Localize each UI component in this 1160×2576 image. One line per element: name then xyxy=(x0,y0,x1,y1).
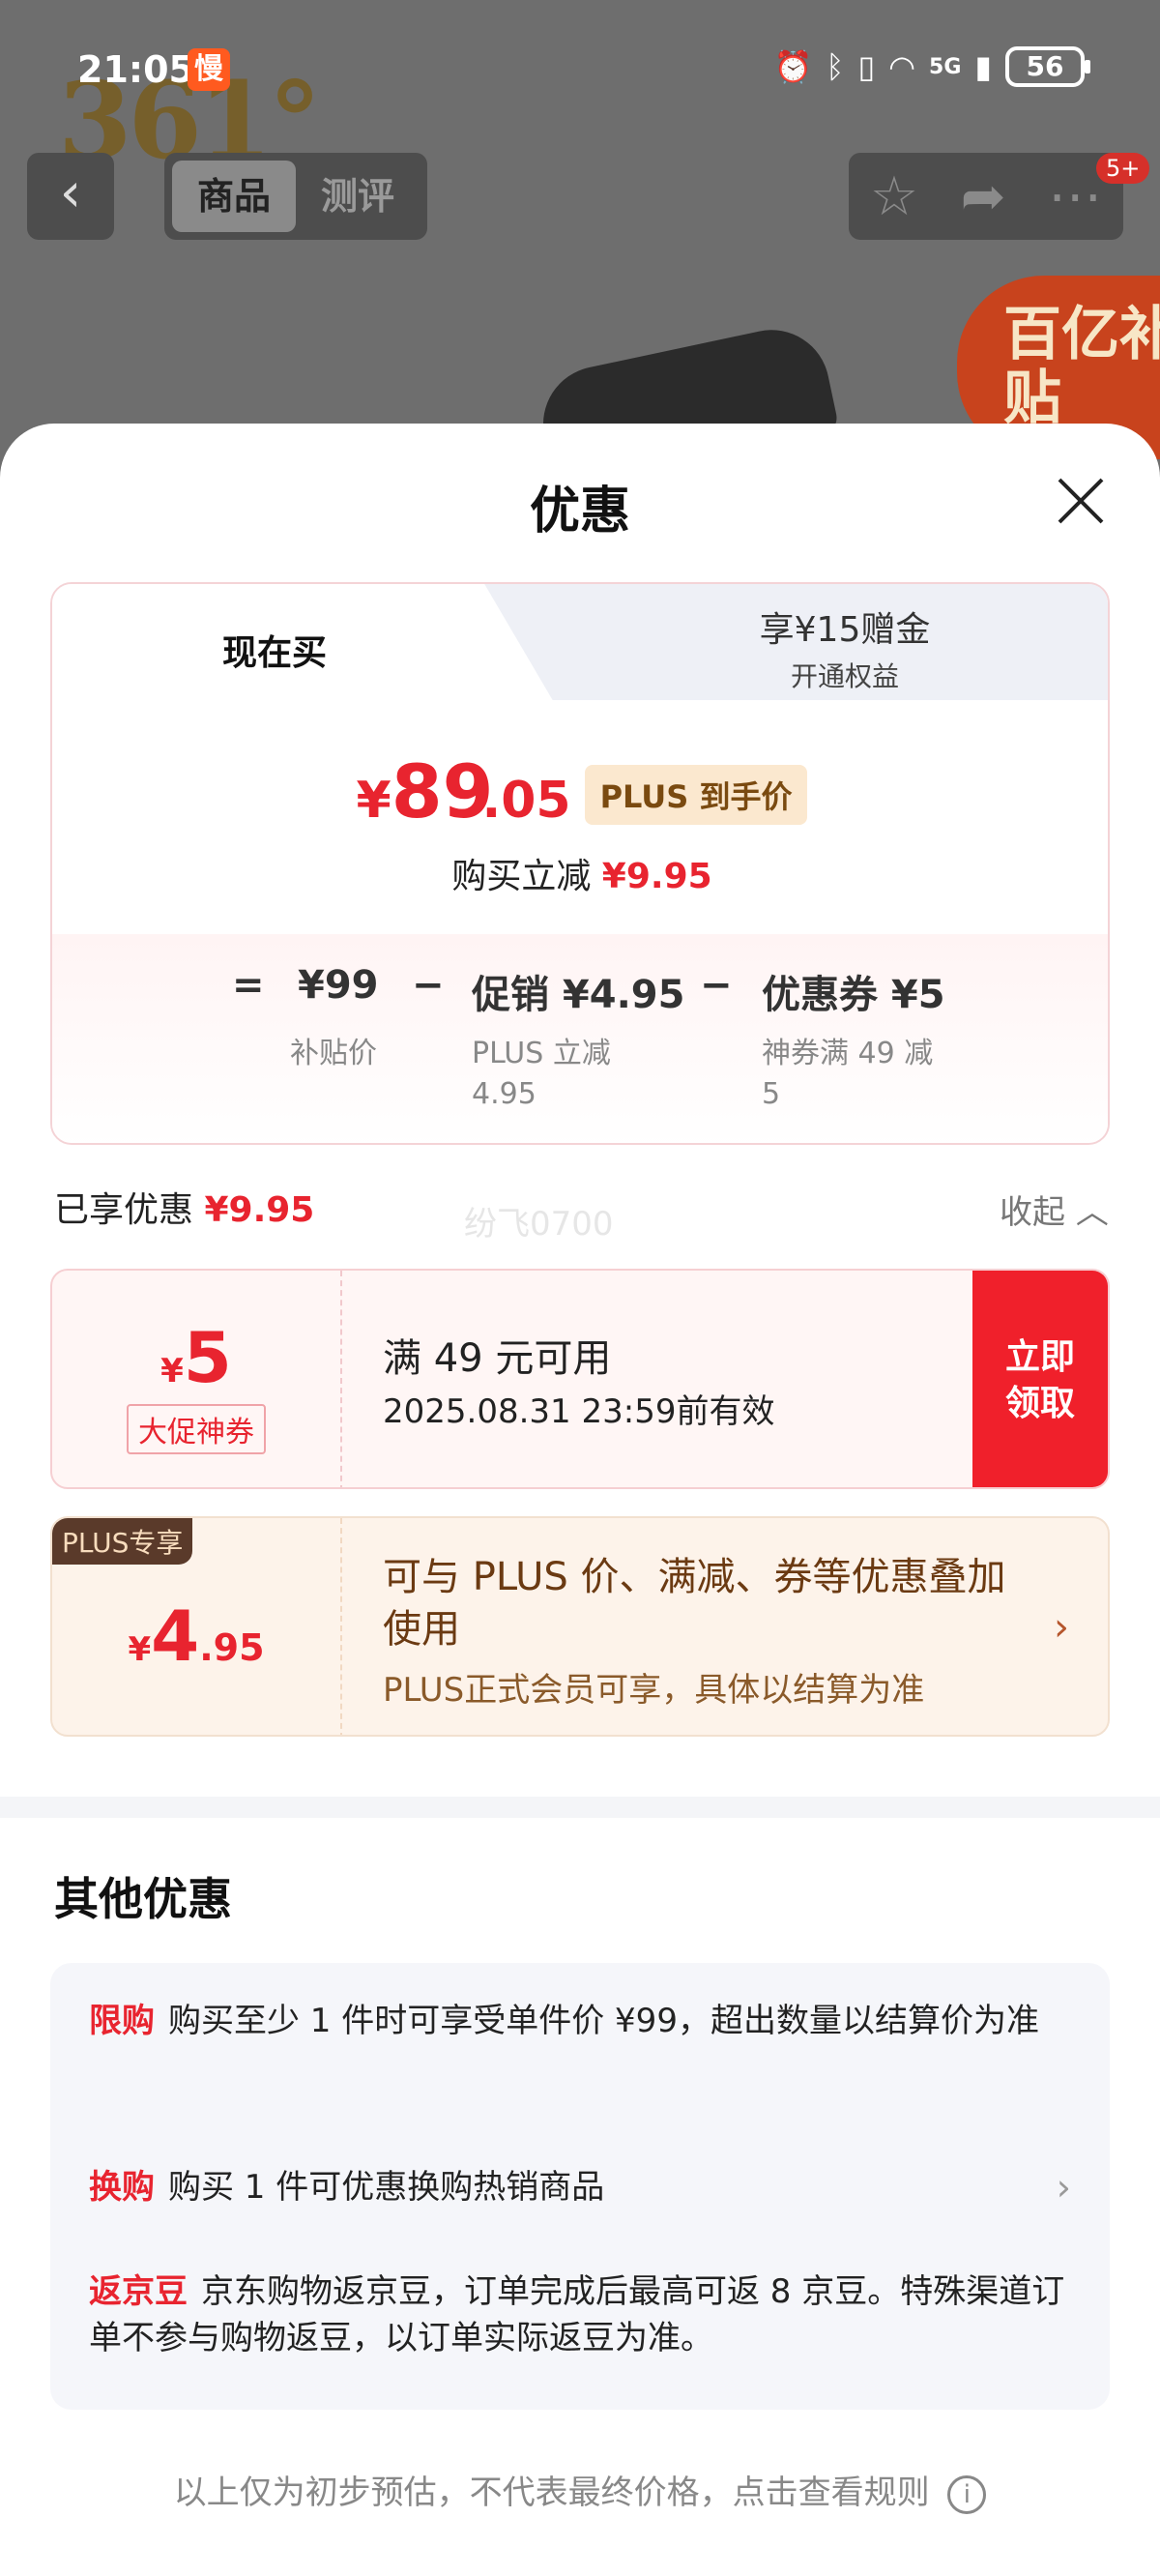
discount-sheet: 优惠 现在买 享¥15赠金 开通权益 ¥89.05 PLUS 到手价 购买立减 … xyxy=(0,424,1160,2576)
tab-plus-bonus[interactable]: 享¥15赠金 开通权益 xyxy=(632,601,1058,694)
item-text: 购买至少 1 件时可享受单件价 ¥99，超出数量以结算价为准 xyxy=(168,2002,1039,2040)
item-tag: 限购 xyxy=(89,2002,155,2040)
buy-save-label: 购买立减 xyxy=(451,857,592,896)
formula-equals: = xyxy=(232,963,265,1008)
item-text: 购买 1 件可优惠换购热销商品 xyxy=(168,2168,605,2207)
tab-buy-now-label: 现在买 xyxy=(222,633,328,673)
enjoyed-label: 已享优惠 xyxy=(54,1190,194,1230)
message-badge: 5+ xyxy=(1096,153,1150,184)
item-text: 京东购物返京豆，订单完成后最高可返 8 京豆。特殊渠道订单不参与购物返豆，以订单… xyxy=(89,2272,1065,2357)
plus-amount-int: 4 xyxy=(151,1595,200,1677)
chevron-up-icon: ︿ xyxy=(1075,1193,1109,1232)
plus-price-tag: PLUS 到手价 xyxy=(584,765,808,825)
price-decimal: .05 xyxy=(481,772,571,830)
collapse-button[interactable]: 收起 ︿ xyxy=(1000,1186,1109,1233)
formula-coupon-note-2: 5 xyxy=(762,1077,781,1111)
claim-button-line1: 立即 xyxy=(1004,1337,1075,1377)
formula-minus-2: − xyxy=(700,963,733,1008)
back-button[interactable]: ‹ xyxy=(27,153,114,240)
plus-description: 可与 PLUS 价、满减、券等优惠叠加使用 xyxy=(383,1555,1006,1652)
price-integer: 89 xyxy=(391,748,494,834)
rules-link[interactable]: 以上仅为初步预估，不代表最终价格，点击查看规则 i xyxy=(0,2466,1160,2514)
status-time: 21:05 xyxy=(77,48,194,91)
plus-currency: ¥ xyxy=(128,1630,152,1669)
nav-actions: ☆ ➦ ⋯ xyxy=(849,153,1123,240)
formula-coupon-note-1: 神券满 49 减 xyxy=(762,1037,934,1070)
signal-icon: ▮ xyxy=(974,48,992,85)
other-discounts-title: 其他优惠 xyxy=(54,1873,232,1925)
tab-plus-bonus-title: 享¥15赠金 xyxy=(759,610,931,650)
item-tag: 换购 xyxy=(89,2168,155,2207)
close-icon[interactable] xyxy=(1054,474,1108,528)
status-bar: 21:05 慢 ⏰ ᛒ ▯ ◠ 5G ▮ 56 xyxy=(0,39,1160,106)
vibrate-icon: ▯ xyxy=(857,48,876,85)
formula-row: = ¥99 − 促销 ¥4.95 − 优惠券 ¥5 xyxy=(52,963,1108,1021)
formula-promo-note-1: PLUS 立减 xyxy=(472,1037,611,1070)
plus-discount-card[interactable]: ¥4.95 PLUS专享 可与 PLUS 价、满减、券等优惠叠加使用 PLUS正… xyxy=(50,1516,1110,1737)
price-card: 现在买 享¥15赠金 开通权益 ¥89.05 PLUS 到手价 购买立减 ¥9.… xyxy=(50,582,1110,1145)
price-formula: = ¥99 − 促销 ¥4.95 − 优惠券 ¥5 补贴价 PLUS 立减 4.… xyxy=(52,934,1108,1143)
bluetooth-icon: ᛒ xyxy=(826,48,845,85)
wifi-icon: ◠ xyxy=(888,48,916,85)
other-discounts-list: 限购 购买至少 1 件时可享受单件价 ¥99，超出数量以结算价为准 换购 购买 1 … xyxy=(50,1963,1110,2410)
coupon-amount: 5 xyxy=(183,1317,232,1398)
item-tag: 返京豆 xyxy=(89,2272,188,2311)
signal-label: 5G xyxy=(929,54,962,79)
enjoyed-value: ¥9.95 xyxy=(204,1190,315,1230)
formula-base: ¥99 xyxy=(298,963,379,1008)
list-item-purchase-limit: 限购 购买至少 1 件时可享受单件价 ¥99，超出数量以结算价为准 xyxy=(89,1998,1056,2044)
star-icon[interactable]: ☆ xyxy=(870,165,918,228)
buy-save-value: ¥9.95 xyxy=(601,857,712,896)
tab-product[interactable]: 商品 xyxy=(172,161,296,232)
footer-note-text: 以上仅为初步预估，不代表最终价格，点击查看规则 xyxy=(173,2474,930,2512)
plus-amount-dec: .95 xyxy=(199,1626,265,1669)
tab-review[interactable]: 测评 xyxy=(296,161,420,232)
chevron-right-icon: › xyxy=(1054,1605,1069,1650)
alarm-icon: ⏰ xyxy=(773,48,813,85)
info-icon: i xyxy=(947,2474,987,2514)
status-icons: ⏰ ᛒ ▯ ◠ 5G ▮ 56 xyxy=(773,46,1090,87)
formula-promo: 促销 ¥4.95 xyxy=(472,973,685,1017)
formula-coupon: 优惠券 ¥5 xyxy=(762,973,945,1017)
share-icon[interactable]: ➦ xyxy=(961,165,1006,228)
section-divider xyxy=(0,1797,1160,1818)
plus-note: PLUS正式会员可享，具体以结算为准 xyxy=(383,1671,925,1710)
chevron-right-icon: › xyxy=(1056,2166,1071,2209)
claim-button-line2: 领取 xyxy=(1004,1384,1075,1423)
price-currency: ¥ xyxy=(356,772,392,830)
formula-minus-1: − xyxy=(412,963,445,1008)
sheet-title: 优惠 xyxy=(529,483,630,541)
formula-base-note: 补贴价 xyxy=(290,1037,377,1070)
enjoyed-discount: 已享优惠 ¥9.95 xyxy=(54,1182,314,1232)
coupon-tag: 大促神券 xyxy=(127,1404,266,1454)
more-icon[interactable]: ⋯ xyxy=(1048,165,1102,228)
coupon-amount-block: ¥5 大促神券 xyxy=(52,1271,342,1487)
final-price: ¥89.05 PLUS 到手价 购买立减 ¥9.95 xyxy=(52,748,1108,898)
coupon-expiry: 2025.08.31 23:59前有效 xyxy=(383,1392,775,1431)
coupon-currency: ¥ xyxy=(160,1352,184,1390)
buy-save: 购买立减 ¥9.95 xyxy=(52,848,1108,898)
claim-coupon-button[interactable]: 立即 领取 xyxy=(972,1271,1108,1487)
plus-exclusive-tag: PLUS专享 xyxy=(52,1518,193,1565)
slow-badge: 慢 xyxy=(188,48,230,91)
collapse-label: 收起 xyxy=(1000,1193,1065,1232)
list-item-exchange[interactable]: 换购 购买 1 件可优惠换购热销商品 xyxy=(89,2164,998,2210)
list-item-jd-beans: 返京豆 京东购物返京豆，订单完成后最高可返 8 京豆。特殊渠道订单不参与购物返豆，… xyxy=(89,2269,1065,2361)
coupon-card: ¥5 大促神券 满 49 元可用 2025.08.31 23:59前有效 立即 … xyxy=(50,1269,1110,1489)
coupon-condition: 满 49 元可用 xyxy=(383,1336,612,1381)
product-tabs: 商品 测评 xyxy=(164,153,427,240)
watermark: 纷飞0700 xyxy=(464,1205,614,1244)
battery-icon: 56 xyxy=(1005,46,1090,87)
formula-promo-note-2: 4.95 xyxy=(472,1077,536,1111)
tab-plus-bonus-sub: 开通权益 xyxy=(790,660,899,692)
